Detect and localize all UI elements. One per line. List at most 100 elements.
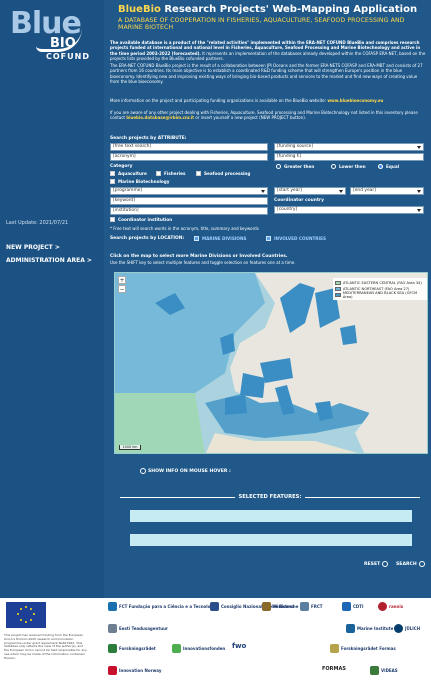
partner-name: Innovation Norway [119,668,162,673]
legend-swatch [335,287,341,291]
marine-divisions-label: MARINE DIVISIONS [202,236,247,241]
contact-email-link[interactable]: bluebio.database@irbim.cnr.it [126,115,194,120]
greater-radio[interactable] [276,164,281,169]
category-label: Category [110,164,133,169]
legend-swatch [335,281,341,285]
programme-select[interactable]: [programme] [110,187,268,195]
aquaculture-checkbox[interactable] [110,171,115,176]
institution-input[interactable]: [institution] [110,207,268,215]
search-label: SEARCH [396,561,417,567]
aquaculture-label: Aquaculture [118,171,147,176]
acronym-input[interactable]: [acronym] [110,153,268,161]
hover-info-label: SHOW INFO ON MOUSE HOVER : [148,468,231,474]
selected-features-title: SELECTED FEATURES: [238,494,302,500]
hover-info-toggle[interactable]: SHOW INFO ON MOUSE HOVER : [140,468,231,474]
reset-icon [382,561,389,567]
category-seafood-processing[interactable]: Seafood processing [196,171,250,176]
country-select[interactable]: [country] [274,206,424,214]
keyword-input[interactable]: [keyword] [110,197,268,205]
lower-label: Lower then [339,164,366,169]
divider-right [305,496,420,498]
partner-name: JÜLICH [405,626,421,631]
intro-paragraph-4: If you are aware of any other project de… [110,110,426,121]
partner-name: Innovationsfonden [183,646,226,651]
eu-funding-text: This project has received funding from t… [4,633,87,660]
spain-portugal-country[interactable] [225,395,247,415]
involved-countries-checkbox[interactable] [266,236,271,241]
rannis-icon [378,602,387,611]
bluebio-logo: Blue BIO COFUND [6,6,96,66]
hover-info-radio[interactable] [140,468,146,474]
selected-features-header: SELECTED FEATURES: [120,494,420,500]
category-marine-biotechnology[interactable]: Marine Biotechnology [110,179,169,184]
coordinator-institution-checkbox[interactable] [110,217,115,222]
fisheries-label: Fisheries [164,171,186,176]
intro-p3-text: More information on the project and part… [110,98,328,103]
compare-greater[interactable]: Greater then [276,164,314,169]
compare-lower[interactable]: Lower then [331,164,366,169]
map-canvas[interactable] [115,273,428,454]
partner-logo-forskningsradet: Forskningsrådet [108,644,156,653]
partner-name: Forskningsrådet [119,646,156,651]
innovation-norway-icon [108,666,117,675]
ministero-icon [262,602,271,611]
attribute-search-label: Search projects by ATTRIBUTE: [110,136,187,141]
cdti-icon [342,602,351,611]
new-project-link[interactable]: NEW PROJECT > [6,244,60,251]
compare-equal[interactable]: Equal [378,164,399,169]
administration-area-link[interactable]: ADMINISTRATION AREA > [6,257,92,264]
legend-label: MEDITERRANEAN AND BLACK SEA (GFCM Area) [342,291,418,299]
partner-name: fwo [232,642,247,650]
funding-source-select[interactable]: [funding source] [274,143,424,151]
selected-marine-divisions-box[interactable] [130,510,412,522]
videas-icon [370,666,379,675]
partner-name: rannis [389,604,404,609]
start-year-select[interactable]: [start year] [274,187,346,195]
search-icon [418,561,425,567]
legend-row: MEDITERRANEAN AND BLACK SEA (GFCM Area) [335,291,426,299]
involved-countries-toggle[interactable]: INVOLVED COUNTRIES [266,236,326,241]
legend-swatch [335,293,341,297]
selected-countries-box[interactable] [130,534,412,546]
intro-paragraph-1: The available database is a product of t… [110,40,426,62]
involved-countries-label: INVOLVED COUNTRIES [274,236,326,241]
category-aquaculture[interactable]: Aquaculture [110,171,147,176]
equal-radio[interactable] [378,164,383,169]
formas-leaf-icon [330,644,339,653]
last-update: Last Update: 2021/07/21 [6,220,69,226]
marine-divisions-toggle[interactable]: MARINE DIVISIONS [194,236,247,241]
partner-logo-frct: FRCT [300,602,322,611]
partner-logo-formas: FORMAS [322,666,346,672]
partner-logo-julich: JÜLICH [394,624,420,633]
fisheries-checkbox[interactable] [156,171,161,176]
baltic-country[interactable] [340,325,357,345]
partner-logo-forskningsradet-formas: Forskningsrådet Formas [330,644,396,653]
bluebio-website-link[interactable]: www.bluebioeconomy.eu [327,98,383,103]
partner-logo-etag: Eesti Teadusagentuur [108,624,168,633]
intro-paragraph-2: The ERA-NET COFUND BlueBio project is th… [110,63,423,85]
zoom-in-button[interactable]: + [118,276,126,284]
partner-name: Forskningsrådet Formas [341,646,396,651]
coordinator-country-label: Coordinator country [274,198,324,203]
greater-label: Greater then [284,164,315,169]
free-text-search-input[interactable]: [free text search] [110,143,268,151]
map-legend: ATLANTIC EASTERN CENTRAL (FAO Area 34) A… [333,278,427,300]
search-button[interactable]: SEARCH [396,561,425,567]
coordinator-institution-toggle[interactable]: Coordinator institution [110,217,172,222]
end-year-select[interactable]: [end year] [350,187,424,195]
eu-flag-icon [6,602,46,628]
zoom-out-button[interactable]: − [118,285,126,293]
marine-biotechnology-label: Marine Biotechnology [118,179,170,184]
partner-logo-marine-institute: Marine Institute [346,624,393,633]
seafood-processing-checkbox[interactable] [196,171,201,176]
page-subtitle: A DATABASE OF COOPERATION IN FISHERIES, … [118,17,405,31]
reset-button[interactable]: RESET [364,561,389,567]
map-view[interactable]: + − ATLANTIC EASTERN CENTRAL (FAO Area 3… [114,272,428,454]
category-fisheries[interactable]: Fisheries [156,171,185,176]
funding-amount-input[interactable]: [funding €] [274,153,424,161]
marine-biotechnology-checkbox[interactable] [110,179,115,184]
lower-radio[interactable] [331,164,336,169]
marine-institute-icon [346,624,355,633]
partner-name: FRCT [311,604,323,609]
marine-divisions-checkbox[interactable] [194,236,199,241]
